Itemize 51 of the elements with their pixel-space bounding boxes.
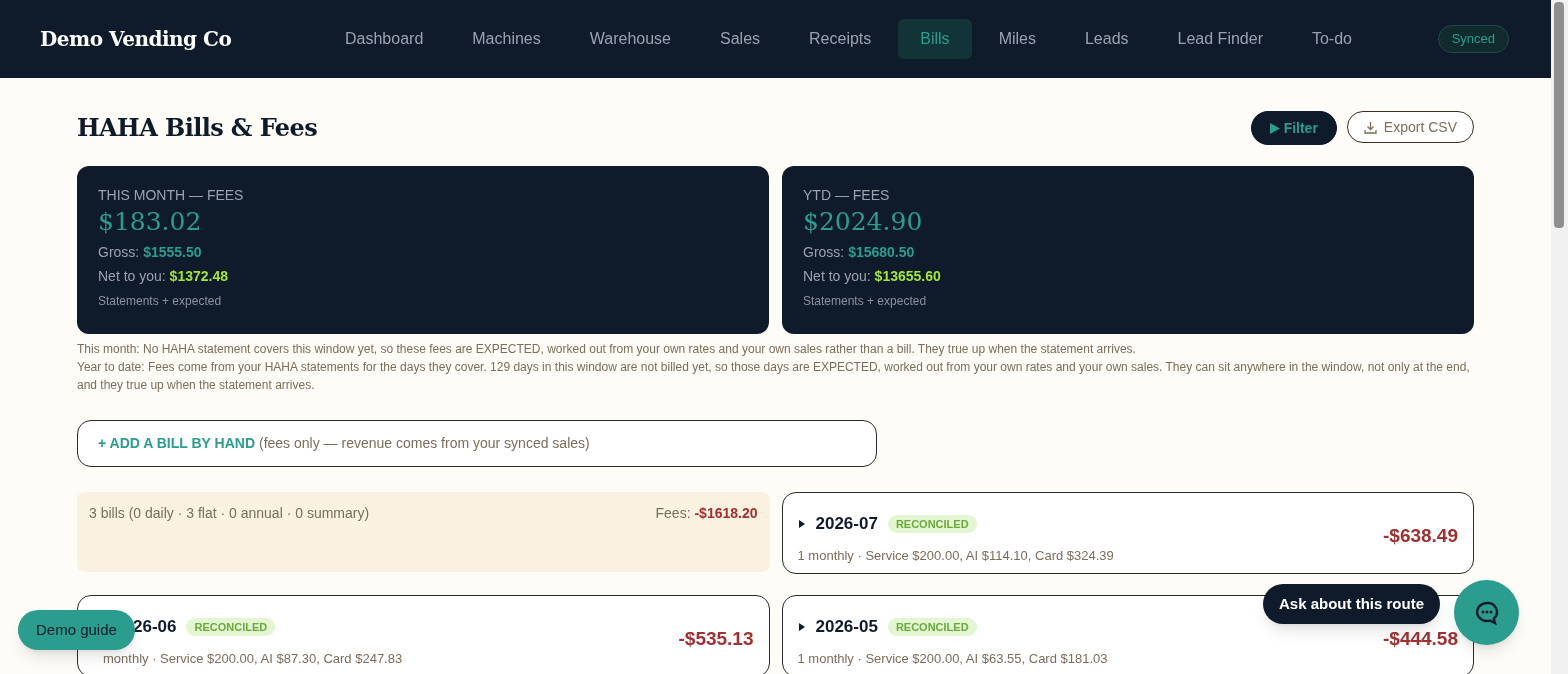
nav-tab[interactable]: Miles bbox=[976, 19, 1058, 59]
nav-tab[interactable]: Machines bbox=[450, 19, 563, 59]
sync-status-badge: Synced bbox=[1437, 25, 1509, 53]
download-icon bbox=[1363, 120, 1377, 134]
nav-tab[interactable]: Leads bbox=[1062, 19, 1151, 59]
status-badge: RECONCILED bbox=[186, 617, 276, 636]
bill-detail: 1 monthly · Service $200.00, AI $63.55, Card $181.03 bbox=[797, 649, 1108, 668]
fee-amount: $2024.90 bbox=[803, 206, 924, 238]
export-csv-button[interactable]: Export CSV bbox=[1346, 111, 1474, 143]
bill-period: 2026-05 bbox=[815, 616, 878, 638]
nav-tab[interactable]: Bills bbox=[898, 19, 972, 59]
bill-period: 26-06 bbox=[133, 616, 177, 638]
bill-card[interactable]: 2026-07 RECONCILED 1 monthly · Service $200.00, AI $114.10, Card $324.39 -$638.49 bbox=[781, 492, 1474, 574]
filter-button[interactable]: Filter bbox=[1250, 111, 1337, 145]
brand-name[interactable]: Demo Vending Co bbox=[40, 24, 290, 54]
gross-amount: Gross: $15680.50 bbox=[803, 243, 916, 262]
status-badge: RECONCILED bbox=[887, 514, 977, 533]
note-text: Year to date: Fees come from your HAHA statements for the days they cover. 129 days in this window are not billed yet, so those days are EXPECTED, worked out from your own rates and your own sales. They can sit anywhere in the window, not only at the end, and they true up when the statement arrives. bbox=[77, 359, 1471, 394]
net-amount: Net to you: $13655.60 bbox=[803, 267, 942, 286]
bill-period: 2026-07 bbox=[815, 513, 878, 535]
card-note: Statements + expected bbox=[803, 293, 928, 310]
fees-total: Fees: -$1618.20 bbox=[655, 504, 758, 523]
net-amount: Net to you: $1372.48 bbox=[98, 267, 229, 286]
card-note: Statements + expected bbox=[98, 293, 223, 310]
card-title: YTD — FEES bbox=[803, 186, 891, 204]
bill-amount: -$638.49 bbox=[1383, 524, 1458, 548]
expand-toggle-icon[interactable] bbox=[797, 622, 806, 631]
card-title: THIS MONTH — FEES bbox=[98, 186, 245, 204]
play-icon bbox=[1269, 122, 1280, 134]
scrollbar[interactable] bbox=[1551, 0, 1568, 674]
nav-tab[interactable]: Lead Finder bbox=[1155, 19, 1285, 59]
note-text: This month: No HAHA statement covers this window yet, so these fees are EXPECTED, worked out from your own rates and your own sales rather than a bill. They true up when the statement arrives. bbox=[77, 341, 1137, 358]
nav-tab[interactable]: Warehouse bbox=[567, 19, 693, 59]
fee-amount: $183.02 bbox=[98, 206, 203, 238]
ask-tooltip[interactable]: Ask about this route bbox=[1263, 584, 1440, 624]
demo-guide-button[interactable]: Demo guide bbox=[18, 610, 135, 650]
bill-amount: -$535.13 bbox=[678, 627, 754, 651]
bill-counts: 3 bills (0 daily · 3 flat · 0 annual · 0 summary) bbox=[89, 504, 370, 523]
page-title: HAHA Bills & Fees bbox=[77, 112, 318, 144]
nav-tab[interactable]: To-do bbox=[1289, 19, 1374, 59]
nav-tab[interactable]: Sales bbox=[698, 19, 783, 59]
nav-tab[interactable]: Dashboard bbox=[323, 19, 446, 59]
expand-toggle-icon[interactable] bbox=[797, 519, 806, 528]
gross-amount: Gross: $1555.50 bbox=[98, 243, 203, 262]
bill-amount: -$444.58 bbox=[1383, 627, 1458, 651]
bill-detail: monthly · Service $200.00, AI $87.30, Card $247.83 bbox=[102, 649, 403, 668]
bill-detail: 1 monthly · Service $200.00, AI $114.10, Card $324.39 bbox=[797, 546, 1114, 565]
nav-tab[interactable]: Receipts bbox=[787, 19, 894, 59]
status-badge: RECONCILED bbox=[887, 617, 977, 636]
add-bill-button[interactable]: + ADD A BILL BY HAND (fees only — revenue comes from your synced sales) bbox=[77, 420, 877, 467]
chat-icon bbox=[1473, 599, 1500, 626]
